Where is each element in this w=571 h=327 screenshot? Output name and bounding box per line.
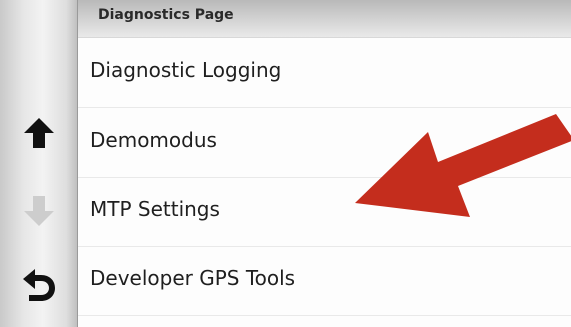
page-title: Diagnostics Page — [98, 7, 234, 23]
list-item-label: MTP Settings — [90, 197, 220, 221]
list-item-label: Developer GPS Tools — [90, 266, 296, 290]
arrow-down-icon — [24, 196, 54, 226]
list-item-label: Demomodus — [90, 128, 217, 152]
back-button[interactable] — [0, 250, 78, 320]
scroll-up-button[interactable] — [0, 98, 78, 168]
list-item-diagnostic-logging[interactable]: Diagnostic Logging — [78, 38, 571, 108]
list-item-demomodus[interactable]: Demomodus — [78, 108, 571, 178]
back-arrow-icon — [23, 269, 55, 301]
page-header: Diagnostics Page — [78, 0, 571, 38]
list-item-developer-gps-tools[interactable]: Developer GPS Tools — [78, 246, 571, 316]
list-item-mtp-settings[interactable]: MTP Settings — [78, 177, 571, 247]
side-rail — [0, 0, 78, 327]
device-screen: Diagnostics Page Diagnostic Logging Demo… — [0, 0, 571, 327]
scroll-down-button[interactable] — [0, 176, 78, 246]
list-item-label: Diagnostic Logging — [90, 58, 282, 82]
arrow-up-icon — [24, 118, 54, 148]
menu-list: Diagnostic Logging Demomodus MTP Setting… — [78, 38, 571, 327]
